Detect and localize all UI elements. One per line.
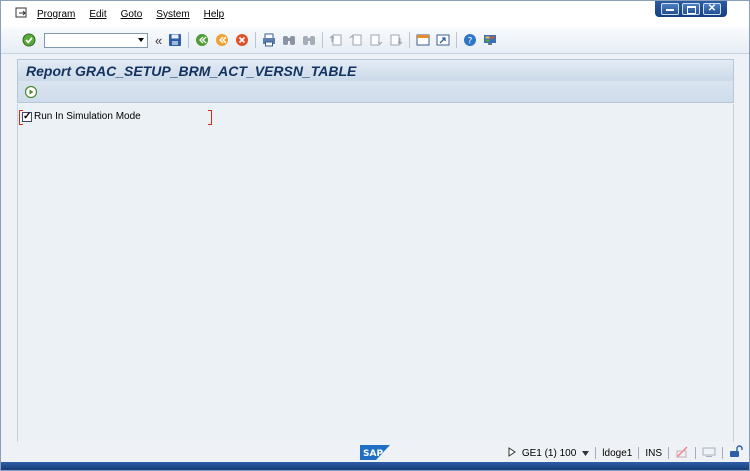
menu-system[interactable]: System	[156, 9, 189, 20]
enter-icon[interactable]	[21, 32, 37, 48]
app-menu-icon[interactable]	[15, 7, 29, 21]
help-icon[interactable]: ?	[462, 32, 478, 48]
previous-page-icon[interactable]	[348, 32, 364, 48]
system-dropdown-icon[interactable]	[582, 448, 590, 459]
first-page-icon[interactable]	[328, 32, 344, 48]
menu-goto[interactable]: Goto	[121, 9, 143, 20]
close-button[interactable]: ✕	[703, 3, 721, 15]
save-icon[interactable]	[167, 32, 183, 48]
window-bottom-border	[1, 462, 749, 470]
security-status-icon	[675, 445, 689, 461]
find-icon[interactable]	[281, 32, 297, 48]
status-bar: SAP GE1 (1) 100 ldoge1 INS	[1, 442, 749, 462]
close-icon: ✕	[707, 3, 717, 14]
menu-program[interactable]: Program	[37, 9, 75, 20]
shortcut-icon[interactable]	[435, 32, 451, 48]
svg-text:?: ?	[468, 37, 473, 47]
last-page-icon[interactable]	[388, 32, 404, 48]
status-separator	[638, 447, 640, 459]
status-expand-icon[interactable]	[508, 446, 516, 460]
toolbar-separator	[322, 32, 324, 48]
toolbar-separator	[255, 32, 257, 48]
execute-icon[interactable]	[23, 84, 39, 100]
system-info[interactable]: GE1 (1) 100	[522, 448, 576, 459]
page-title: Report GRAC_SETUP_BRM_ACT_VERSN_TABLE	[26, 63, 357, 79]
new-session-icon[interactable]	[415, 32, 431, 48]
status-separator	[722, 447, 723, 459]
cancel-icon[interactable]	[234, 32, 250, 48]
toolbar-separator	[188, 32, 190, 48]
status-info: GE1 (1) 100 ldoge1 INS	[508, 445, 743, 461]
menu-help[interactable]: Help	[204, 9, 225, 20]
toolbar-separator	[409, 32, 411, 48]
next-page-icon[interactable]	[368, 32, 384, 48]
sap-logo-text: SAP	[363, 449, 383, 459]
selection-screen: ✓ Run In Simulation Mode	[17, 104, 734, 444]
sap-window: Program Edit Goto System Help ✕ « ? Repo…	[0, 0, 750, 471]
unlock-icon[interactable]	[729, 445, 743, 461]
simulation-mode-checkbox[interactable]: ✓	[22, 112, 32, 122]
customize-layout-icon[interactable]	[482, 32, 498, 48]
sap-logo: SAP	[360, 445, 390, 460]
monitor-icon	[702, 446, 716, 461]
server-name: ldoge1	[602, 447, 633, 459]
find-next-icon[interactable]	[301, 32, 317, 48]
status-separator	[668, 447, 669, 459]
exit-icon[interactable]	[214, 32, 230, 48]
application-toolbar	[17, 81, 734, 103]
status-separator	[695, 447, 696, 459]
maximize-button[interactable]	[682, 3, 700, 15]
status-separator	[595, 447, 597, 459]
simulation-mode-row: ✓ Run In Simulation Mode	[19, 110, 212, 126]
collapse-command-icon[interactable]: «	[155, 33, 162, 48]
input-mode[interactable]: INS	[645, 448, 662, 459]
command-field[interactable]	[44, 32, 148, 48]
minimize-button[interactable]	[661, 3, 679, 15]
window-controls: ✕	[655, 1, 727, 17]
back-icon[interactable]	[194, 32, 210, 48]
menu-edit[interactable]: Edit	[89, 9, 106, 20]
print-icon[interactable]	[261, 32, 277, 48]
standard-toolbar: « ?	[1, 27, 749, 54]
field-marker-right	[208, 110, 212, 125]
simulation-mode-label: Run In Simulation Mode	[34, 111, 141, 122]
toolbar-separator	[456, 32, 458, 48]
title-bar: Report GRAC_SETUP_BRM_ACT_VERSN_TABLE	[17, 59, 734, 81]
command-dropdown-icon[interactable]	[138, 37, 144, 42]
menu-bar: Program Edit Goto System Help	[1, 1, 749, 27]
